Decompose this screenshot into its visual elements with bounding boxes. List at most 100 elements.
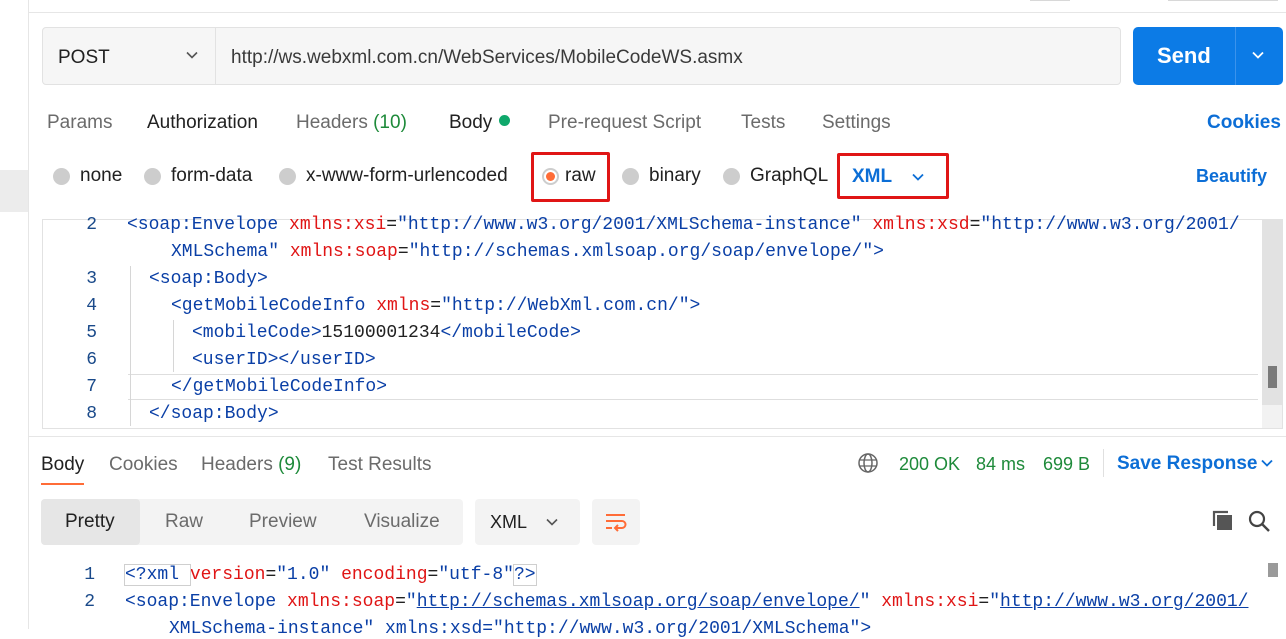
tab-prerequest-script[interactable]: Pre-request Script — [548, 112, 701, 134]
xml-tag: <getMobileCodeInfo — [171, 296, 377, 316]
xml-attr: version — [189, 565, 266, 585]
line-number: 4 — [86, 296, 97, 316]
tab-tests[interactable]: Tests — [741, 112, 785, 134]
view-visualize-button[interactable]: Visualize — [364, 511, 440, 533]
xml-tag: <?xml — [124, 564, 191, 586]
radio-graphql[interactable]: GraphQL — [723, 165, 828, 187]
view-pretty-button[interactable]: Pretty — [65, 511, 115, 533]
wrap-lines-button[interactable] — [592, 499, 640, 545]
response-code-line-1: <?xml version="1.0" encoding="utf-8"?> — [124, 564, 537, 586]
xml-eq: = — [430, 296, 442, 316]
radio-raw[interactable]: raw — [542, 165, 596, 187]
xml-eq: = — [386, 215, 398, 235]
chevron-down-icon[interactable] — [1250, 47, 1266, 63]
response-tab-body[interactable]: Body — [41, 454, 84, 476]
chevron-down-icon — [546, 518, 558, 526]
response-view-segmented: Pretty Raw Preview Visualize — [41, 499, 463, 545]
pane-divider[interactable] — [28, 436, 1286, 437]
tab-params[interactable]: Params — [47, 112, 112, 134]
xml-value: "http://www.w3.org/2001/XMLSchema-instan… — [397, 215, 862, 235]
line-number: 5 — [86, 323, 97, 343]
beautify-link[interactable]: Beautify — [1196, 166, 1267, 187]
xml-eq: = — [395, 592, 406, 612]
radio-urlencoded[interactable]: x-www-form-urlencoded — [279, 165, 508, 187]
response-tab-headers[interactable]: Headers (9) — [201, 454, 301, 476]
radio-graphql-label: GraphQL — [750, 165, 829, 186]
tab-authorization[interactable]: Authorization — [147, 112, 258, 134]
xml-tag: </mobileCode> — [440, 323, 581, 343]
search-icon[interactable] — [1247, 509, 1271, 533]
code-line-2: <soap:Envelope xmlns:xsi="http://www.w3.… — [127, 215, 1240, 235]
tab-body[interactable]: Body — [449, 112, 511, 134]
xml-eq: = — [978, 592, 990, 612]
globe-icon[interactable] — [857, 452, 879, 474]
xml-attr: xmlns:xsi — [881, 592, 979, 612]
response-tab-headers-label: Headers — [201, 454, 273, 475]
tab-settings[interactable]: Settings — [822, 112, 891, 134]
response-time[interactable]: 84 ms — [976, 454, 1025, 475]
radio-binary-label: binary — [649, 165, 701, 186]
editor-scrollbar[interactable] — [1262, 220, 1282, 428]
line-number: 1 — [84, 565, 95, 585]
tab-headers[interactable]: Headers (10) — [296, 112, 407, 134]
chevron-down-icon[interactable] — [1260, 456, 1274, 470]
response-scrollbar-thumb[interactable] — [1268, 563, 1278, 577]
response-code-line-2: <soap:Envelope xmlns:soap="http://schema… — [125, 592, 1248, 612]
xml-link[interactable]: http://www.w3.org/2001/ — [1000, 592, 1248, 612]
xml-link[interactable]: http://schemas.xmlsoap.org/soap/envelope… — [417, 592, 860, 612]
language-select[interactable]: XML — [837, 153, 949, 199]
code-line-7: </getMobileCodeInfo> — [171, 377, 388, 397]
response-tab-headers-count: (9) — [278, 454, 302, 475]
line-number: 8 — [86, 404, 97, 424]
response-code-line-2-wrap: XMLSchema-instance" xmlns:xsd="http://ww… — [169, 619, 872, 639]
scroll-position-marker — [1268, 366, 1277, 388]
xml-eq: = — [265, 565, 277, 585]
radio-form-data-label: form-data — [171, 165, 253, 186]
xml-value: "http://WebXml.com.cn/" — [441, 296, 690, 316]
body-active-dot — [499, 115, 511, 126]
xml-value: " — [405, 592, 417, 612]
top-fragment — [1168, 0, 1278, 1]
view-preview-button[interactable]: Preview — [249, 511, 317, 533]
save-response-button[interactable]: Save Response — [1117, 453, 1257, 475]
response-language-select[interactable]: XML — [475, 499, 580, 545]
indent-guide — [173, 320, 174, 372]
top-divider — [28, 12, 1286, 13]
cookies-link[interactable]: Cookies — [1207, 112, 1281, 134]
language-select-label: XML — [852, 166, 893, 187]
status-code[interactable]: 200 OK — [899, 454, 960, 475]
send-button[interactable]: Send — [1133, 27, 1283, 85]
radio-none[interactable]: none — [53, 165, 122, 187]
code-line-2-wrap: XMLSchema" xmlns:soap="http://schemas.xm… — [171, 242, 884, 262]
response-tab-cookies[interactable]: Cookies — [109, 454, 178, 476]
xml-tag: > — [689, 296, 701, 316]
url-value: http://ws.webxml.com.cn/WebServices/Mobi… — [231, 47, 743, 68]
response-tab-test-results[interactable]: Test Results — [328, 454, 431, 476]
code-line-5: <mobileCode>15100001234</mobileCode> — [192, 323, 581, 343]
code-line-8: </soap:Body> — [149, 404, 279, 424]
xml-attr: encoding — [341, 565, 428, 585]
radio-circle — [53, 167, 70, 185]
radio-form-data[interactable]: form-data — [144, 165, 252, 187]
radio-circle-selected — [542, 167, 559, 185]
radio-circle — [279, 167, 296, 185]
xml-eq: = — [969, 215, 981, 235]
chevron-down-icon — [186, 51, 198, 59]
url-input[interactable]: http://ws.webxml.com.cn/WebServices/Mobi… — [215, 27, 1121, 85]
code-line-4: <getMobileCodeInfo xmlns="http://WebXml.… — [171, 296, 700, 316]
line-number: 6 — [86, 350, 97, 370]
code-line-6: <userID></userID> — [192, 350, 376, 370]
sidebar-selected-item[interactable] — [0, 170, 28, 212]
xml-text: 15100001234 — [321, 323, 441, 343]
response-size[interactable]: 699 B — [1043, 454, 1090, 475]
response-language-label: XML — [490, 512, 528, 532]
send-label: Send — [1157, 43, 1211, 68]
xml-value: "1.0" — [276, 565, 331, 585]
copy-icon[interactable] — [1211, 509, 1235, 533]
xml-value: "http://www.w3.org/2001/ — [980, 215, 1240, 235]
view-raw-button[interactable]: Raw — [165, 511, 203, 533]
chevron-down-icon — [912, 173, 924, 181]
method-select[interactable]: POST — [42, 27, 216, 85]
radio-circle — [622, 167, 639, 185]
radio-binary[interactable]: binary — [622, 165, 701, 187]
